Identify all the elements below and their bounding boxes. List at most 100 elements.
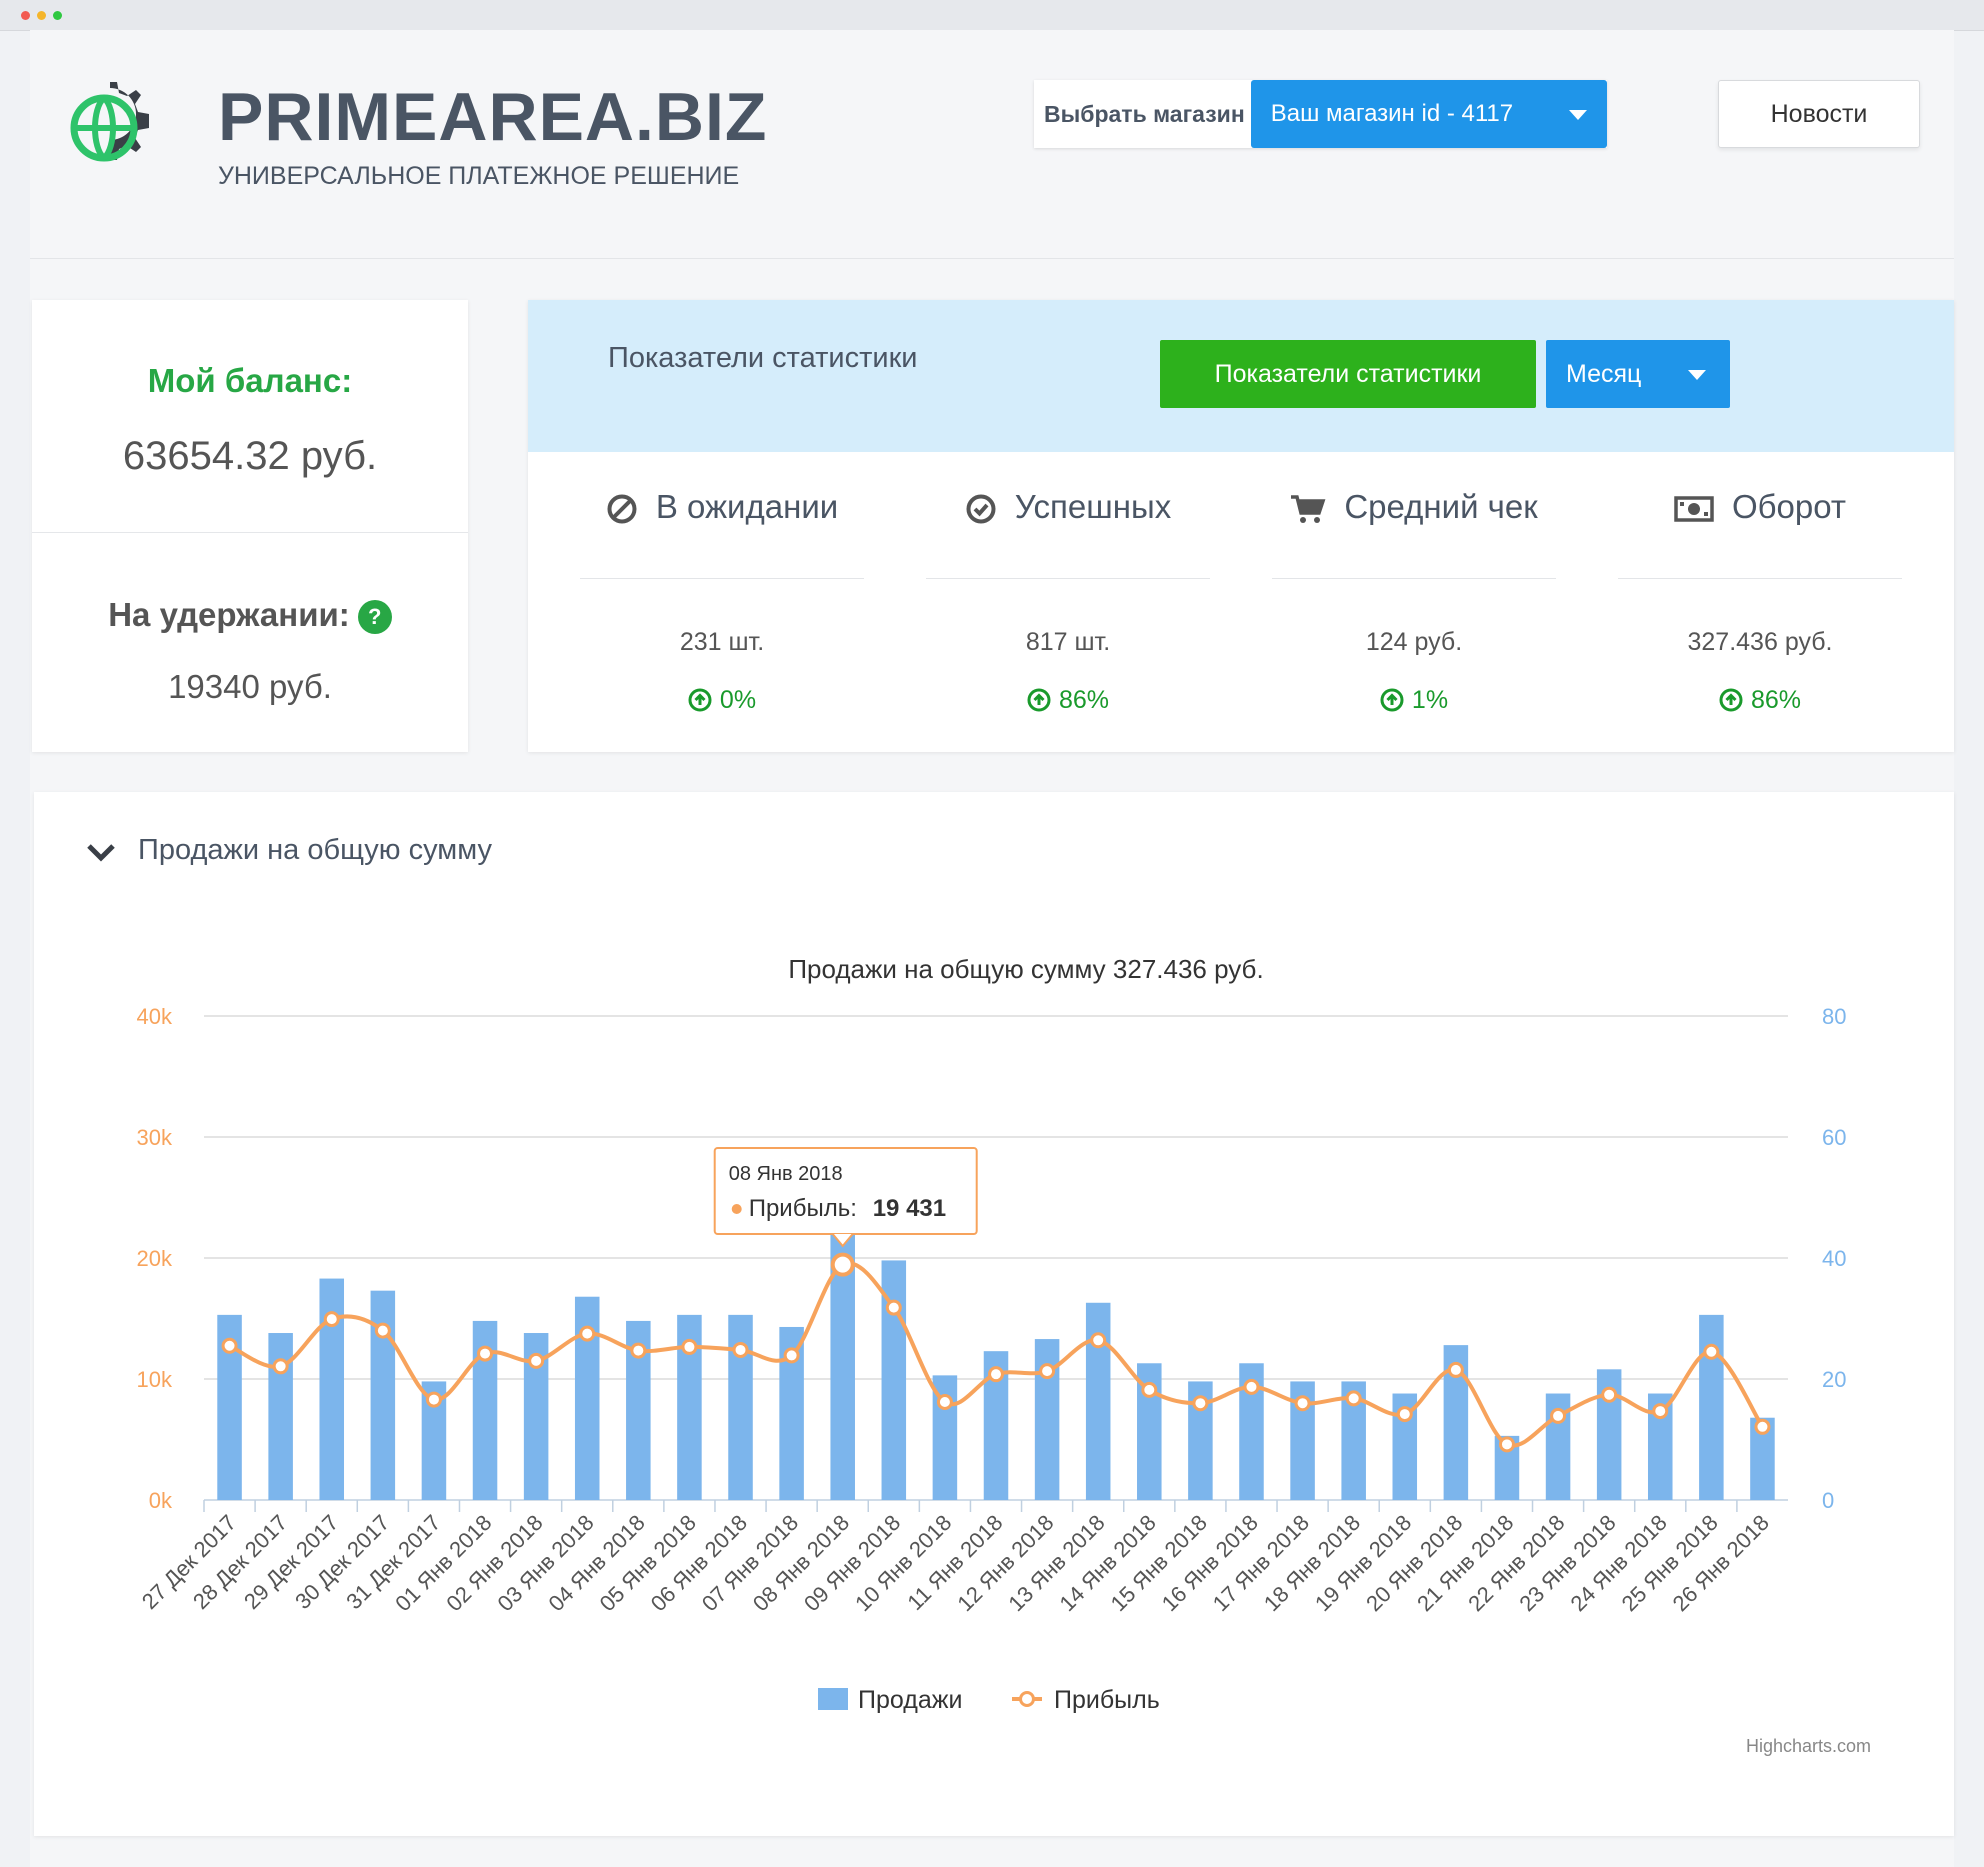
point-profit <box>579 1325 596 1342</box>
point-profit <box>323 1311 340 1328</box>
window-minimize-button[interactable] <box>37 11 46 20</box>
metric-value: 124 руб. <box>1365 628 1463 656</box>
metric-header: Средний чек <box>1272 488 1556 526</box>
arrow-up-circle-icon <box>1719 688 1743 712</box>
balance-divider <box>32 532 468 533</box>
shop-dropdown-value: Ваш магазин id - 4117 <box>1270 100 1514 127</box>
stats-header: Показатели статистики Показатели статист… <box>528 300 1954 452</box>
metric-header: В ожидании <box>580 488 864 526</box>
point-profit <box>374 1322 391 1339</box>
point-profit <box>1498 1436 1515 1453</box>
hold-title-label: На удержании: <box>108 596 350 633</box>
point-profit <box>732 1341 749 1358</box>
metric-divider <box>1618 578 1902 579</box>
legend-profit-marker <box>1019 1691 1035 1707</box>
point-profit <box>936 1393 953 1410</box>
point-profit <box>1141 1381 1158 1398</box>
sales-chart-card: Продажи на общую сумму Продажи на общую … <box>34 792 1954 1836</box>
point-profit <box>783 1347 800 1364</box>
metric-change-value: 1% <box>1411 686 1449 714</box>
arrow-up-circle-icon <box>688 688 712 712</box>
balance-card: Мой баланс: 63654.32 руб. На удержании:?… <box>32 300 468 752</box>
bar-sales <box>370 1290 396 1500</box>
point-profit <box>885 1299 902 1316</box>
point-profit <box>1396 1406 1413 1423</box>
point-profit <box>830 1252 855 1277</box>
balance-value: 63654.32 руб. <box>122 434 378 478</box>
period-dropdown[interactable]: Месяц <box>1546 340 1730 408</box>
metric-change: 86% <box>926 686 1210 715</box>
chart-credits[interactable]: Highcharts.com <box>1746 1736 1871 1757</box>
point-profit <box>425 1391 442 1408</box>
metric-divider <box>580 578 864 579</box>
check-circle-icon <box>966 494 996 524</box>
point-profit <box>1754 1418 1771 1435</box>
hold-value: 19340 руб. <box>168 668 332 705</box>
chart-title: Продажи на общую сумму 327.436 руб. <box>788 954 1263 984</box>
y-axis-right-tick: 20 <box>1822 1367 1846 1392</box>
bar-sales <box>1699 1314 1724 1500</box>
point-profit <box>1345 1390 1362 1407</box>
metric-average-check: Средний чек 124 руб. 1% <box>1272 452 1556 752</box>
metric-value: 231 шт. <box>679 628 765 656</box>
legend-sales-swatch <box>818 1688 848 1710</box>
point-profit <box>1447 1361 1464 1378</box>
point-profit <box>221 1337 238 1354</box>
header-divider <box>30 258 1954 259</box>
metric-change-value: 86% <box>1750 686 1802 714</box>
window-close-button[interactable] <box>21 11 30 20</box>
point-profit <box>1039 1363 1056 1380</box>
sales-chart: Продажи на общую сумму 327.436 руб. 0k 0 10… <box>137 954 1847 1714</box>
legend-profit-label: Прибыль <box>1054 1686 1160 1714</box>
stats-title: Показатели статистики <box>608 342 918 374</box>
point-profit <box>477 1345 494 1362</box>
metric-label: Оборот <box>1731 488 1847 525</box>
point-profit <box>1652 1403 1669 1420</box>
point-profit <box>1090 1332 1107 1349</box>
window-maximize-button[interactable] <box>53 11 62 20</box>
shop-selector: Выбрать магазин Ваш магазин id - 4117 <box>1034 80 1607 148</box>
metric-header: Успешных <box>926 488 1210 526</box>
shop-dropdown[interactable]: Ваш магазин id - 4117 <box>1250 80 1607 148</box>
point-profit <box>1703 1343 1720 1360</box>
ban-icon <box>607 494 637 524</box>
y-axis-right-tick: 60 <box>1822 1125 1846 1150</box>
chevron-down-icon <box>1568 110 1587 120</box>
point-profit <box>528 1352 545 1369</box>
logo-icon <box>70 82 149 162</box>
metric-change: 86% <box>1618 686 1902 715</box>
point-profit <box>1550 1407 1567 1424</box>
metric-change: 0% <box>580 686 864 715</box>
brand-name[interactable]: PRIMEAREA.BIZ <box>218 78 767 156</box>
point-profit <box>988 1366 1004 1383</box>
balance-title: Мой баланс: <box>147 362 353 399</box>
help-icon[interactable]: ? <box>357 600 392 635</box>
tooltip-date: 08 Янв 2018 <box>729 1163 843 1185</box>
point-profit <box>1294 1395 1311 1412</box>
tooltip-series-name: Прибыль: <box>749 1195 857 1222</box>
metric-divider <box>1272 578 1556 579</box>
y-axis-left-tick: 20k <box>137 1246 173 1271</box>
cart-icon <box>1291 495 1326 524</box>
metric-success: Успешных 817 шт. 86% <box>926 452 1210 752</box>
metric-label: В ожидании <box>655 488 839 525</box>
y-axis-left-tick: 10k <box>137 1367 173 1392</box>
brand-tagline: УНИВЕРСАЛЬНОЕ ПЛАТЕЖНОЕ РЕШЕНИЕ <box>218 162 740 190</box>
point-profit <box>1192 1395 1209 1412</box>
metric-value: 817 шт. <box>1025 628 1111 656</box>
news-button[interactable]: Новости <box>1718 80 1920 148</box>
metric-label: Средний чек <box>1344 488 1538 525</box>
y-axis-left-tick: 30k <box>137 1125 173 1150</box>
point-profit <box>1601 1386 1618 1403</box>
stats-button[interactable]: Показатели статистики <box>1160 340 1536 408</box>
metric-divider <box>926 578 1210 579</box>
tooltip-value: 19 431 <box>873 1195 946 1222</box>
metric-change: 1% <box>1272 686 1556 715</box>
metric-change-value: 86% <box>1058 686 1110 714</box>
money-icon <box>1674 496 1714 523</box>
y-axis-right-tick: 80 <box>1822 1004 1846 1029</box>
metric-turnover: Оборот 327.436 руб. 86% <box>1618 452 1902 752</box>
shop-selector-label: Выбрать магазин <box>1034 80 1251 148</box>
point-profit <box>272 1358 289 1375</box>
metric-value: 327.436 руб. <box>1687 628 1833 656</box>
